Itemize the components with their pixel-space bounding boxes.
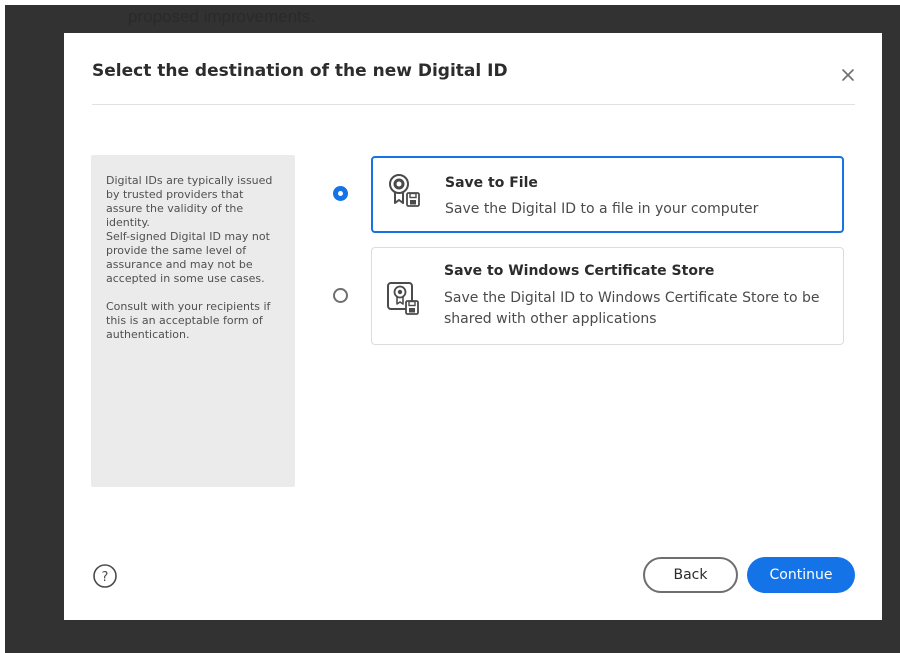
info-text-trusted-providers: Digital IDs are typically issued by trus… <box>106 174 273 229</box>
option-save-to-certificate-store[interactable]: Save to Windows Certificate Store Save t… <box>371 247 844 345</box>
title-divider <box>92 104 855 105</box>
continue-button[interactable]: Continue <box>747 557 855 593</box>
radio-save-to-certificate-store[interactable] <box>333 288 348 303</box>
option-title-save-to-file: Save to File <box>445 175 538 191</box>
option-description-save-to-file: Save the Digital ID to a file in your co… <box>445 201 759 217</box>
back-button[interactable]: Back <box>643 557 738 593</box>
info-text-self-signed: Self-signed Digital ID may not provide t… <box>106 230 270 285</box>
option-description-save-to-certificate-store: Save the Digital ID to Windows Certifica… <box>444 290 820 327</box>
close-button[interactable] <box>834 63 862 87</box>
help-button[interactable]: ? <box>92 563 118 589</box>
certificate-file-icon <box>389 174 420 207</box>
radio-save-to-file[interactable] <box>333 186 348 201</box>
close-icon <box>842 69 854 81</box>
info-text-consult: Consult with your recipients if this is … <box>106 300 271 341</box>
option-save-to-file[interactable]: Save to File Save the Digital ID to a fi… <box>371 156 844 233</box>
help-icon: ? <box>93 564 117 588</box>
info-panel: Digital IDs are typically issued by trus… <box>91 155 295 487</box>
dialog-title: Select the destination of the new Digita… <box>92 61 508 81</box>
digital-id-destination-dialog: Select the destination of the new Digita… <box>64 33 882 620</box>
svg-text:?: ? <box>102 570 109 585</box>
background-document-text: proposed improvements. <box>128 7 316 26</box>
certificate-store-icon <box>387 282 419 315</box>
option-title-save-to-certificate-store: Save to Windows Certificate Store <box>444 263 715 279</box>
